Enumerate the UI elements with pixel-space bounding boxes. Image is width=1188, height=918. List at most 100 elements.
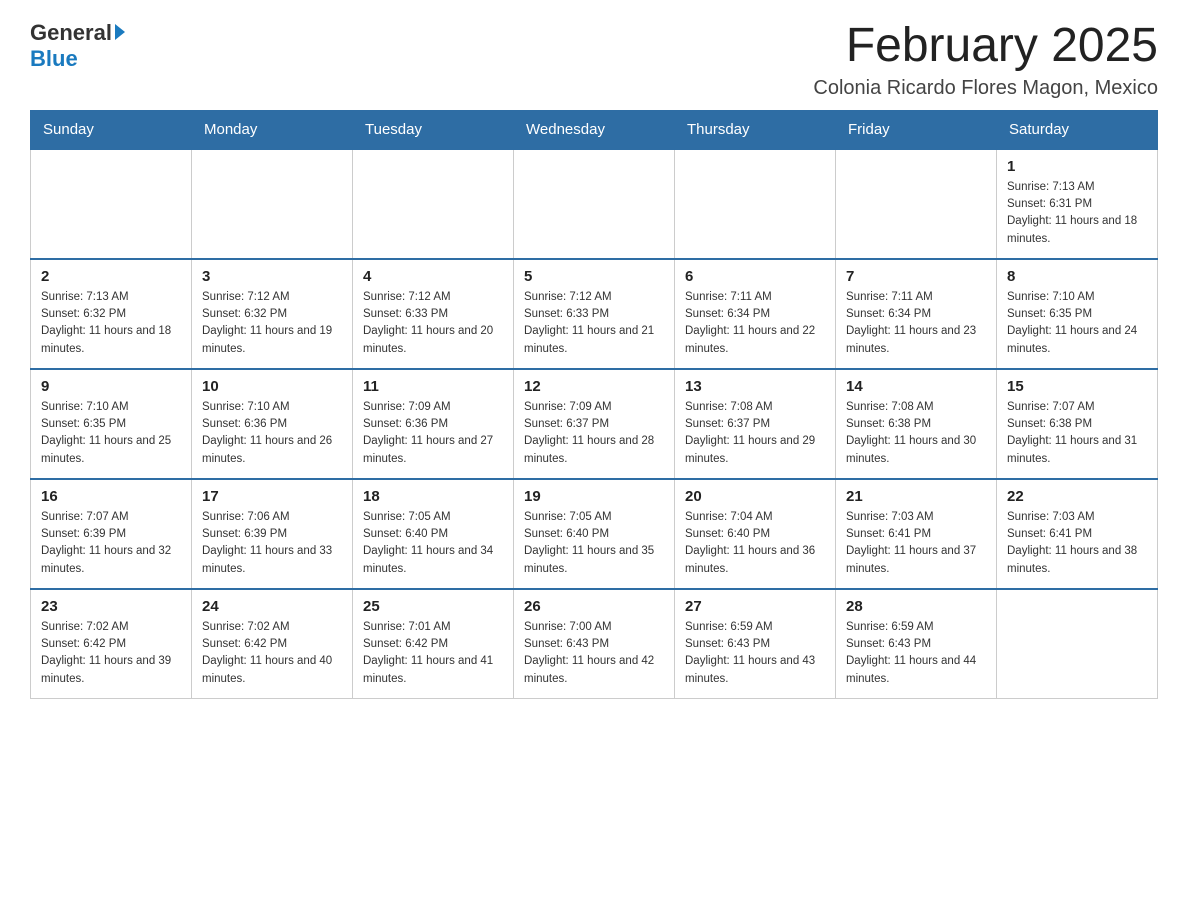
- calendar-subtitle: Colonia Ricardo Flores Magon, Mexico: [813, 77, 1158, 100]
- day-info: Sunrise: 7:02 AMSunset: 6:42 PMDaylight:…: [41, 619, 181, 688]
- day-info: Sunrise: 7:03 AMSunset: 6:41 PMDaylight:…: [1007, 509, 1147, 578]
- day-info: Sunrise: 7:05 AMSunset: 6:40 PMDaylight:…: [524, 509, 664, 578]
- day-info: Sunrise: 6:59 AMSunset: 6:43 PMDaylight:…: [685, 619, 825, 688]
- calendar-cell: [31, 149, 192, 259]
- day-info: Sunrise: 6:59 AMSunset: 6:43 PMDaylight:…: [846, 619, 986, 688]
- column-header-saturday: Saturday: [997, 110, 1158, 149]
- day-number: 8: [1007, 268, 1147, 285]
- day-number: 26: [524, 598, 664, 615]
- day-number: 10: [202, 378, 342, 395]
- day-number: 20: [685, 488, 825, 505]
- calendar-cell: 12 Sunrise: 7:09 AMSunset: 6:37 PMDayligh…: [514, 369, 675, 479]
- day-number: 27: [685, 598, 825, 615]
- logo-arrow-icon: [115, 24, 125, 40]
- day-number: 11: [363, 378, 503, 395]
- column-header-monday: Monday: [192, 110, 353, 149]
- day-info: Sunrise: 7:10 AMSunset: 6:36 PMDaylight:…: [202, 399, 342, 468]
- day-info: Sunrise: 7:09 AMSunset: 6:36 PMDaylight:…: [363, 399, 503, 468]
- logo: General Blue: [30, 20, 125, 72]
- day-info: Sunrise: 7:12 AMSunset: 6:33 PMDaylight:…: [524, 289, 664, 358]
- day-number: 2: [41, 268, 181, 285]
- calendar-cell: 9 Sunrise: 7:10 AMSunset: 6:35 PMDaylight…: [31, 369, 192, 479]
- day-info: Sunrise: 7:06 AMSunset: 6:39 PMDaylight:…: [202, 509, 342, 578]
- calendar-cell: 3 Sunrise: 7:12 AMSunset: 6:32 PMDaylight…: [192, 259, 353, 369]
- calendar-cell: 16 Sunrise: 7:07 AMSunset: 6:39 PMDayligh…: [31, 479, 192, 589]
- calendar-cell: 22 Sunrise: 7:03 AMSunset: 6:41 PMDayligh…: [997, 479, 1158, 589]
- day-number: 1: [1007, 158, 1147, 175]
- day-number: 16: [41, 488, 181, 505]
- calendar-cell: 26Sunrise: 7:00 AMSunset: 6:43 PMDayligh…: [514, 589, 675, 699]
- calendar-cell: [997, 589, 1158, 699]
- column-header-friday: Friday: [836, 110, 997, 149]
- day-number: 21: [846, 488, 986, 505]
- logo-text: General: [30, 20, 125, 46]
- day-info: Sunrise: 7:12 AMSunset: 6:32 PMDaylight:…: [202, 289, 342, 358]
- calendar-cell: 27 Sunrise: 6:59 AMSunset: 6:43 PMDayligh…: [675, 589, 836, 699]
- calendar-cell: 13 Sunrise: 7:08 AMSunset: 6:37 PMDayligh…: [675, 369, 836, 479]
- day-info: Sunrise: 7:08 AMSunset: 6:38 PMDaylight:…: [846, 399, 986, 468]
- calendar-week-row: 16 Sunrise: 7:07 AMSunset: 6:39 PMDayligh…: [31, 479, 1158, 589]
- day-number: 23: [41, 598, 181, 615]
- calendar-cell: 25Sunrise: 7:01 AMSunset: 6:42 PMDayligh…: [353, 589, 514, 699]
- column-header-thursday: Thursday: [675, 110, 836, 149]
- day-number: 19: [524, 488, 664, 505]
- calendar-cell: 10 Sunrise: 7:10 AMSunset: 6:36 PMDayligh…: [192, 369, 353, 479]
- day-info: Sunrise: 7:10 AMSunset: 6:35 PMDaylight:…: [1007, 289, 1147, 358]
- logo-general-text: General: [30, 20, 112, 46]
- calendar-cell: 15 Sunrise: 7:07 AMSunset: 6:38 PMDayligh…: [997, 369, 1158, 479]
- logo-blue-text: Blue: [30, 46, 78, 72]
- day-info: Sunrise: 7:09 AMSunset: 6:37 PMDaylight:…: [524, 399, 664, 468]
- day-number: 28: [846, 598, 986, 615]
- calendar-cell: [192, 149, 353, 259]
- calendar-week-row: 23 Sunrise: 7:02 AMSunset: 6:42 PMDayligh…: [31, 589, 1158, 699]
- day-info: Sunrise: 7:01 AMSunset: 6:42 PMDaylight:…: [363, 619, 503, 688]
- calendar-cell: 7Sunrise: 7:11 AMSunset: 6:34 PMDaylight…: [836, 259, 997, 369]
- day-info: Sunrise: 7:04 AMSunset: 6:40 PMDaylight:…: [685, 509, 825, 578]
- day-number: 24: [202, 598, 342, 615]
- column-header-sunday: Sunday: [31, 110, 192, 149]
- calendar-table: SundayMondayTuesdayWednesdayThursdayFrid…: [30, 110, 1158, 700]
- day-info: Sunrise: 7:11 AMSunset: 6:34 PMDaylight:…: [685, 289, 825, 358]
- title-section: February 2025 Colonia Ricardo Flores Mag…: [813, 20, 1158, 100]
- day-number: 15: [1007, 378, 1147, 395]
- column-header-wednesday: Wednesday: [514, 110, 675, 149]
- calendar-cell: [514, 149, 675, 259]
- calendar-cell: 19 Sunrise: 7:05 AMSunset: 6:40 PMDayligh…: [514, 479, 675, 589]
- day-number: 12: [524, 378, 664, 395]
- calendar-cell: 1Sunrise: 7:13 AMSunset: 6:31 PMDaylight…: [997, 149, 1158, 259]
- calendar-cell: 20 Sunrise: 7:04 AMSunset: 6:40 PMDayligh…: [675, 479, 836, 589]
- calendar-title: February 2025: [813, 20, 1158, 73]
- calendar-week-row: 9 Sunrise: 7:10 AMSunset: 6:35 PMDaylight…: [31, 369, 1158, 479]
- calendar-cell: [675, 149, 836, 259]
- day-number: 9: [41, 378, 181, 395]
- calendar-cell: 4 Sunrise: 7:12 AMSunset: 6:33 PMDaylight…: [353, 259, 514, 369]
- day-number: 4: [363, 268, 503, 285]
- calendar-cell: 2Sunrise: 7:13 AMSunset: 6:32 PMDaylight…: [31, 259, 192, 369]
- calendar-cell: 28 Sunrise: 6:59 AMSunset: 6:43 PMDayligh…: [836, 589, 997, 699]
- day-number: 22: [1007, 488, 1147, 505]
- day-number: 14: [846, 378, 986, 395]
- day-number: 3: [202, 268, 342, 285]
- day-info: Sunrise: 7:05 AMSunset: 6:40 PMDaylight:…: [363, 509, 503, 578]
- day-info: Sunrise: 7:03 AMSunset: 6:41 PMDaylight:…: [846, 509, 986, 578]
- day-info: Sunrise: 7:10 AMSunset: 6:35 PMDaylight:…: [41, 399, 181, 468]
- day-info: Sunrise: 7:07 AMSunset: 6:39 PMDaylight:…: [41, 509, 181, 578]
- calendar-cell: [836, 149, 997, 259]
- calendar-cell: 23 Sunrise: 7:02 AMSunset: 6:42 PMDayligh…: [31, 589, 192, 699]
- page-header: General Blue February 2025 Colonia Ricar…: [30, 20, 1158, 100]
- calendar-cell: [353, 149, 514, 259]
- day-number: 13: [685, 378, 825, 395]
- calendar-cell: 14 Sunrise: 7:08 AMSunset: 6:38 PMDayligh…: [836, 369, 997, 479]
- calendar-cell: 21 Sunrise: 7:03 AMSunset: 6:41 PMDayligh…: [836, 479, 997, 589]
- column-header-tuesday: Tuesday: [353, 110, 514, 149]
- calendar-cell: 17 Sunrise: 7:06 AMSunset: 6:39 PMDayligh…: [192, 479, 353, 589]
- day-info: Sunrise: 7:07 AMSunset: 6:38 PMDaylight:…: [1007, 399, 1147, 468]
- day-number: 18: [363, 488, 503, 505]
- calendar-cell: 24Sunrise: 7:02 AMSunset: 6:42 PMDayligh…: [192, 589, 353, 699]
- calendar-cell: 11 Sunrise: 7:09 AMSunset: 6:36 PMDayligh…: [353, 369, 514, 479]
- day-number: 17: [202, 488, 342, 505]
- calendar-week-row: 1Sunrise: 7:13 AMSunset: 6:31 PMDaylight…: [31, 149, 1158, 259]
- day-info: Sunrise: 7:12 AMSunset: 6:33 PMDaylight:…: [363, 289, 503, 358]
- day-info: Sunrise: 7:08 AMSunset: 6:37 PMDaylight:…: [685, 399, 825, 468]
- day-number: 7: [846, 268, 986, 285]
